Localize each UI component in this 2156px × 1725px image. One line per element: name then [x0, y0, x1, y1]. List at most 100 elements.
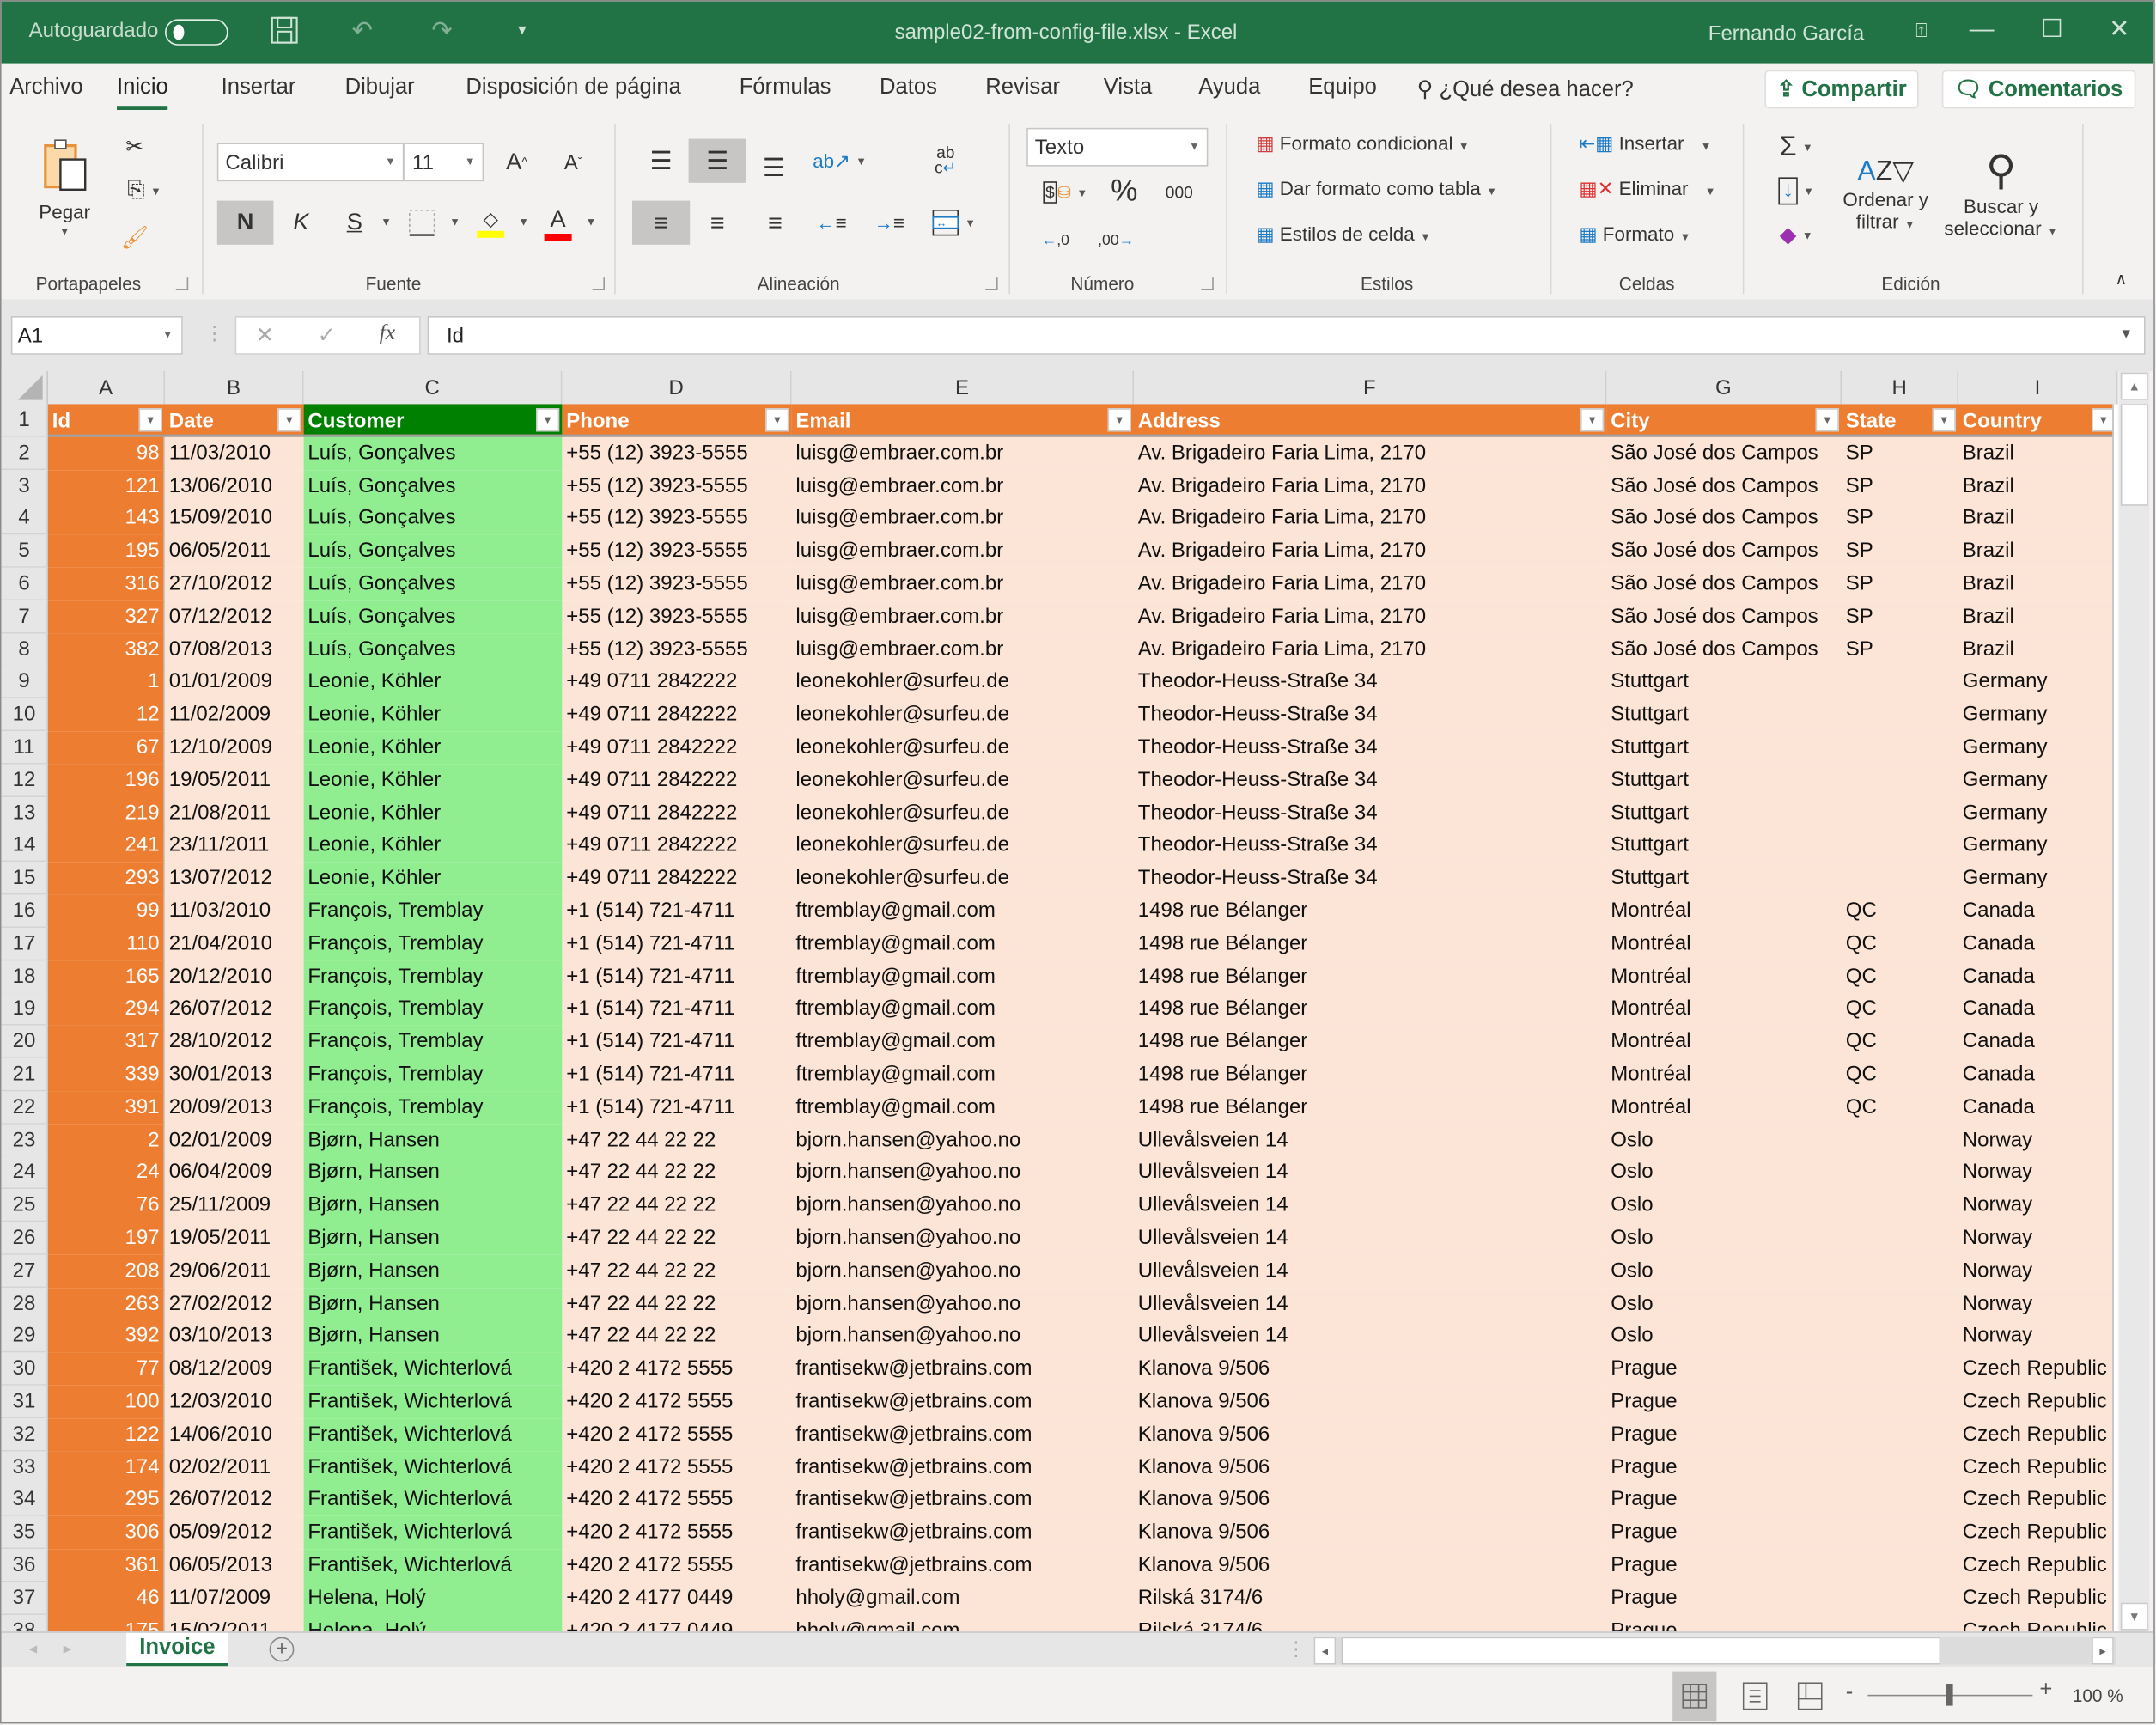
cell-h13[interactable] [1842, 796, 1958, 830]
cell-b38[interactable]: 15/02/2011 [165, 1614, 304, 1632]
cell-i14[interactable]: Germany [1958, 829, 2118, 862]
column-header-a[interactable]: A [48, 371, 165, 405]
cell-d34[interactable]: +420 2 4172 5555 [562, 1484, 792, 1517]
filter-dropdown-icon[interactable]: ▼ [277, 408, 301, 432]
row-header[interactable]: 12 [1, 764, 49, 797]
cell-g22[interactable]: Montréal [1606, 1091, 1842, 1125]
cell-h6[interactable]: SP [1842, 567, 1958, 601]
cell-i8[interactable]: Brazil [1958, 632, 2118, 667]
cell-i29[interactable]: Norway [1958, 1320, 2118, 1354]
row-header[interactable]: 32 [1, 1417, 49, 1452]
row-header[interactable]: 38 [1, 1614, 49, 1632]
cell-f20[interactable]: 1498 rue Bélanger [1134, 1025, 1607, 1059]
cell-a18[interactable]: 165 [48, 960, 165, 994]
cell-h19[interactable]: QC [1842, 992, 1958, 1027]
align-middle-icon[interactable]: ☰ [688, 138, 746, 183]
align-right-icon[interactable]: ≡ [753, 201, 797, 245]
customize-toolbar-icon[interactable]: ▼ [515, 23, 529, 39]
cell-e10[interactable]: leonekohler@surfeu.de [791, 698, 1134, 732]
row-header[interactable]: 2 [1, 436, 49, 470]
cell-c8[interactable]: Luís, Gonçalves [303, 632, 563, 667]
cell-a15[interactable]: 293 [48, 862, 165, 895]
cell-g34[interactable]: Prague [1606, 1484, 1842, 1517]
cell-a4[interactable]: 143 [48, 502, 165, 536]
filter-dropdown-icon[interactable]: ▼ [1815, 408, 1839, 432]
cell-f32[interactable]: Klanova 9/506 [1134, 1417, 1607, 1452]
cell-g4[interactable]: São José dos Campos [1606, 502, 1842, 536]
cell-a9[interactable]: 1 [48, 666, 165, 699]
cell-c13[interactable]: Leonie, Köhler [303, 796, 563, 830]
cell-h16[interactable]: QC [1842, 894, 1958, 928]
cell-g32[interactable]: Prague [1606, 1417, 1842, 1452]
cell-c16[interactable]: François, Tremblay [303, 894, 563, 928]
cell-e23[interactable]: bjorn.hansen@yahoo.no [791, 1124, 1134, 1157]
row-header[interactable]: 36 [1, 1549, 49, 1582]
cell-i36[interactable]: Czech Republic [1958, 1549, 2118, 1582]
tab-insertar[interactable]: Insertar [222, 76, 296, 101]
tab-vista[interactable]: Vista [1104, 76, 1152, 101]
cell-a14[interactable]: 241 [48, 829, 165, 862]
table-header-state[interactable]: State ▼ [1842, 404, 1958, 437]
number-format-select[interactable]: Texto ▼ [1026, 127, 1209, 167]
column-header-c[interactable]: C [303, 371, 563, 405]
cell-e19[interactable]: ftremblay@gmail.com [791, 992, 1134, 1027]
cell-a12[interactable]: 196 [48, 764, 165, 797]
cell-g14[interactable]: Stuttgart [1606, 829, 1842, 862]
cell-i20[interactable]: Canada [1958, 1025, 2118, 1059]
cell-b20[interactable]: 28/10/2012 [165, 1025, 304, 1059]
cell-g12[interactable]: Stuttgart [1606, 764, 1842, 797]
cell-h5[interactable]: SP [1842, 534, 1958, 569]
cell-h7[interactable]: SP [1842, 600, 1958, 634]
ribbon-display-options-icon[interactable]: ⍐ [1901, 19, 1942, 42]
cell-a24[interactable]: 24 [48, 1156, 165, 1190]
cell-d37[interactable]: +420 2 4177 0449 [562, 1582, 792, 1615]
cell-a22[interactable]: 391 [48, 1091, 165, 1125]
cell-d21[interactable]: +1 (514) 721-4711 [562, 1058, 792, 1092]
cell-c38[interactable]: Helena, Holý [303, 1614, 563, 1632]
cell-h23[interactable] [1842, 1124, 1958, 1157]
cell-b19[interactable]: 26/07/2012 [165, 992, 304, 1027]
tab-archivo[interactable]: Archivo [9, 76, 82, 101]
cell-g16[interactable]: Montréal [1606, 894, 1842, 928]
cell-c26[interactable]: Bjørn, Hansen [303, 1222, 563, 1255]
cell-i6[interactable]: Brazil [1958, 567, 2118, 601]
cell-g18[interactable]: Montréal [1606, 960, 1842, 994]
cell-e5[interactable]: luisg@embraer.com.br [791, 534, 1134, 569]
cell-f22[interactable]: 1498 rue Bélanger [1134, 1091, 1607, 1125]
cell-h28[interactable] [1842, 1287, 1958, 1320]
tab-revisar[interactable]: Revisar [985, 76, 1060, 101]
cell-c7[interactable]: Luís, Gonçalves [303, 600, 563, 634]
cell-a33[interactable]: 174 [48, 1450, 165, 1484]
add-sheet-icon[interactable]: + [269, 1637, 295, 1662]
cell-b5[interactable]: 06/05/2011 [165, 534, 304, 569]
cell-a16[interactable]: 99 [48, 894, 165, 928]
name-box[interactable]: A1 ▼ [10, 316, 183, 355]
expand-formula-bar-icon[interactable]: ▼ [2119, 327, 2133, 343]
cell-i10[interactable]: Germany [1958, 698, 2118, 732]
accounting-format-icon[interactable]: $ ⛁ ▼ [1035, 174, 1095, 212]
zoom-slider-thumb[interactable] [1946, 1684, 1953, 1706]
cell-b32[interactable]: 14/06/2010 [165, 1417, 304, 1452]
align-bottom-icon[interactable]: ☰ [751, 146, 797, 190]
cell-e16[interactable]: ftremblay@gmail.com [791, 894, 1134, 928]
tab-datos[interactable]: Datos [880, 76, 937, 101]
orientation-icon[interactable]: ab↗ ▼ [813, 139, 868, 183]
cell-e6[interactable]: luisg@embraer.com.br [791, 567, 1134, 601]
cell-e26[interactable]: bjorn.hansen@yahoo.no [791, 1222, 1134, 1255]
cell-h21[interactable]: QC [1842, 1058, 1958, 1092]
cell-g33[interactable]: Prague [1606, 1450, 1842, 1484]
row-header[interactable]: 26 [1, 1222, 49, 1255]
row-header[interactable]: 24 [1, 1156, 49, 1190]
cell-d9[interactable]: +49 0711 2842222 [562, 666, 792, 699]
cell-i21[interactable]: Canada [1958, 1058, 2118, 1092]
cell-a34[interactable]: 295 [48, 1484, 165, 1517]
copy-button[interactable]: ⎘ ▼ [117, 176, 172, 206]
undo-icon[interactable]: ↶ [352, 16, 373, 46]
underline-button[interactable]: S [337, 201, 373, 245]
cell-c22[interactable]: François, Tremblay [303, 1091, 563, 1125]
insert-cells-button[interactable]: ⇤▦ Insertar ▼ [1579, 132, 1711, 155]
cell-a5[interactable]: 195 [48, 534, 165, 569]
cell-f9[interactable]: Theodor-Heuss-Straße 34 [1134, 666, 1607, 699]
table-header-address[interactable]: Address ▼ [1134, 404, 1607, 437]
cell-c27[interactable]: Bjørn, Hansen [303, 1254, 563, 1288]
